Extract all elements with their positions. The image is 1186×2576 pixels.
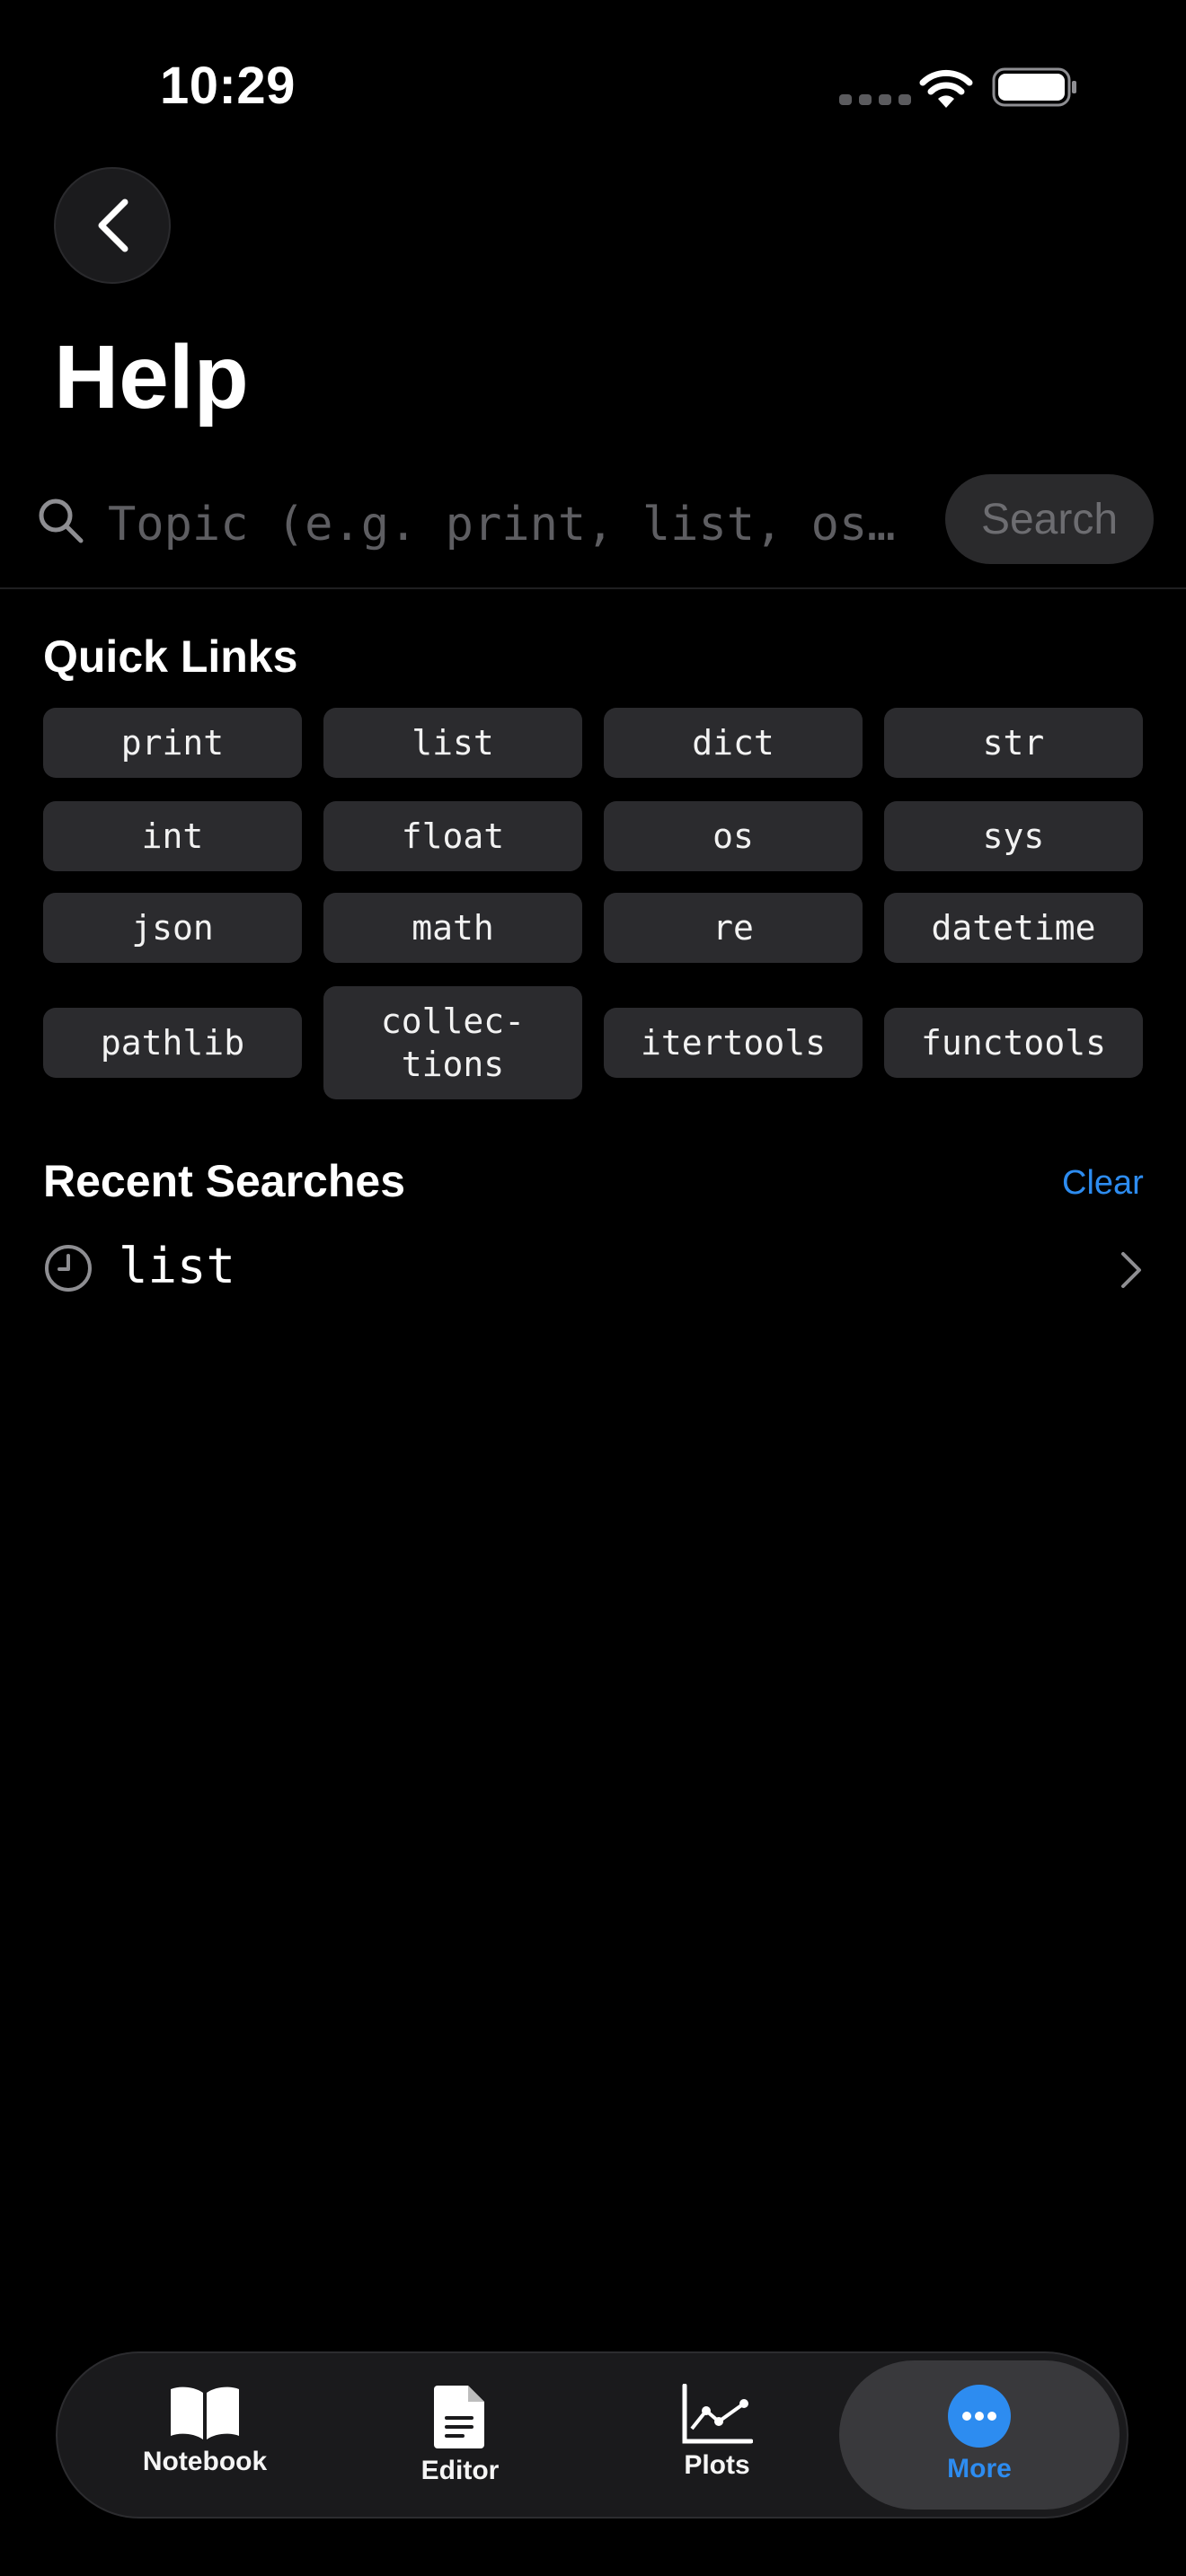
recent-search-item[interactable]: list [43, 1234, 1150, 1306]
book-icon [171, 2386, 239, 2439]
cellular-signal-icon [839, 94, 911, 105]
tab-editor[interactable]: Editor [331, 2360, 589, 2510]
clear-button[interactable]: Clear [1062, 1164, 1144, 1203]
quick-link-list[interactable]: list [323, 708, 582, 778]
quick-link-pathlib[interactable]: pathlib [43, 1008, 302, 1078]
page-title: Help [54, 327, 249, 428]
clock-icon [45, 1245, 92, 1292]
chevron-left-icon [98, 198, 128, 252]
line-chart-icon [682, 2384, 753, 2444]
tab-label: Editor [420, 2456, 500, 2485]
more-icon [948, 2385, 1011, 2448]
battery-icon [992, 67, 1076, 107]
quick-link-float[interactable]: float [323, 801, 582, 871]
tab-bar: Notebook Editor Plots More [56, 2351, 1128, 2519]
tab-plots[interactable]: Plots [588, 2360, 846, 2510]
tab-label: More [947, 2454, 1012, 2483]
recent-searches-title: Recent Searches [43, 1156, 406, 1206]
search-bar: Search [0, 469, 1186, 587]
chevron-right-icon [1121, 1252, 1141, 1288]
quick-link-itertools[interactable]: itertools [604, 1008, 863, 1078]
quick-link-re[interactable]: re [604, 893, 863, 963]
search-button[interactable]: Search [945, 474, 1154, 564]
status-time: 10:29 [160, 57, 296, 115]
tab-notebook[interactable]: Notebook [75, 2360, 334, 2510]
tab-label: Notebook [142, 2447, 268, 2476]
recent-search-label: list [119, 1238, 236, 1294]
quick-links-title: Quick Links [43, 631, 298, 682]
tab-label: Plots [684, 2450, 750, 2480]
quick-link-dict[interactable]: dict [604, 708, 863, 778]
status-bar: 10:29 [0, 0, 1186, 171]
divider [0, 587, 1186, 589]
quick-link-collections[interactable]: collec- tions [323, 986, 582, 1099]
quick-link-functools[interactable]: functools [884, 1008, 1143, 1078]
quick-link-math[interactable]: math [323, 893, 582, 963]
quick-link-sys[interactable]: sys [884, 801, 1143, 871]
search-icon [39, 498, 84, 543]
tab-more[interactable]: More [839, 2360, 1120, 2510]
quick-link-int[interactable]: int [43, 801, 302, 871]
quick-link-json[interactable]: json [43, 893, 302, 963]
quick-link-print[interactable]: print [43, 708, 302, 778]
quick-link-str[interactable]: str [884, 708, 1143, 778]
quick-link-datetime[interactable]: datetime [884, 893, 1143, 963]
document-icon [434, 2386, 484, 2448]
search-input[interactable] [108, 489, 907, 560]
quick-link-os[interactable]: os [604, 801, 863, 871]
back-button[interactable] [54, 167, 171, 284]
wifi-icon [919, 69, 973, 108]
